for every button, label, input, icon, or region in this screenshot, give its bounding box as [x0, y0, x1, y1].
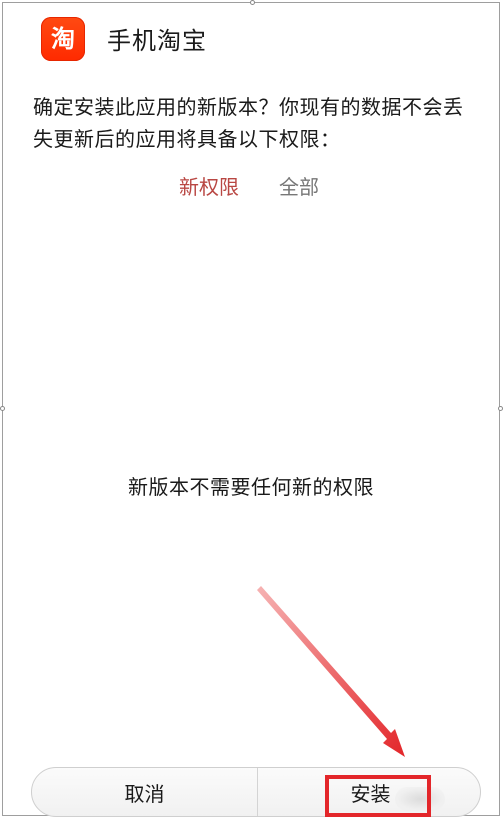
resize-handle-left — [0, 406, 5, 411]
dialog-frame: 淘 手机淘宝 确定安装此应用的新版本？你现有的数据不会丢失更新后的应用将具备以下… — [2, 2, 500, 817]
annotation-arrow-icon — [257, 586, 405, 757]
resize-handle-top — [250, 0, 255, 5]
resize-handle-right — [498, 406, 503, 411]
